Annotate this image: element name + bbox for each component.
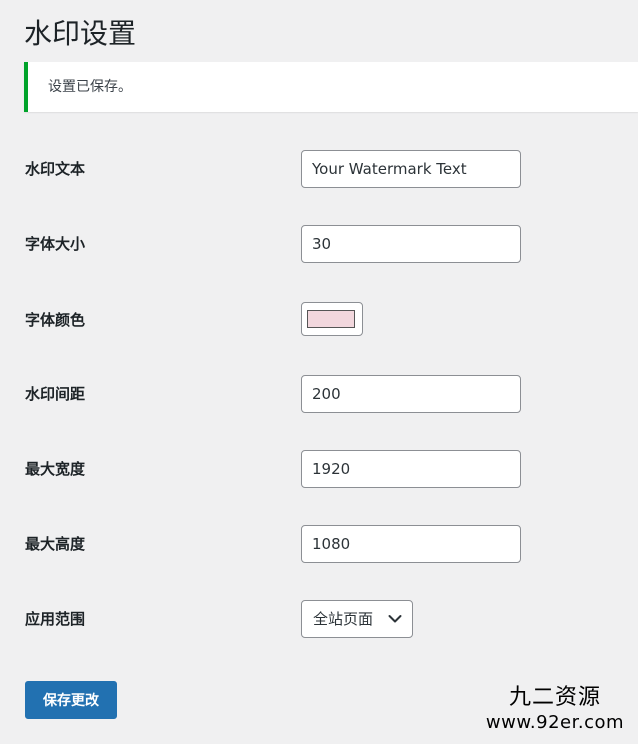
apply-scope-select[interactable]: 全站页面	[301, 600, 413, 638]
watermark-line1: 九二资源	[508, 685, 601, 710]
notice-text: 设置已保存。	[48, 79, 132, 95]
page-title: 水印设置	[24, 17, 137, 50]
font-size-input[interactable]	[301, 225, 521, 263]
label-font-size: 字体大小	[25, 235, 86, 253]
max-width-input[interactable]	[301, 450, 521, 488]
label-watermark-spacing: 水印间距	[25, 385, 86, 403]
site-watermark: 九二资源 www.92er.com	[480, 684, 630, 734]
font-color-picker[interactable]	[301, 302, 363, 336]
label-max-height: 最大高度	[25, 535, 86, 553]
color-swatch	[307, 310, 355, 328]
max-height-input[interactable]	[301, 525, 521, 563]
save-button[interactable]: 保存更改	[25, 681, 117, 719]
chevron-down-icon	[388, 615, 402, 623]
label-font-color: 字体颜色	[25, 311, 86, 329]
watermark-spacing-input[interactable]	[301, 375, 521, 413]
label-watermark-text: 水印文本	[25, 160, 86, 178]
label-max-width: 最大宽度	[25, 460, 86, 478]
watermark-text-input[interactable]	[301, 150, 521, 188]
success-notice: 设置已保存。	[24, 62, 638, 112]
label-apply-scope: 应用范围	[25, 610, 86, 628]
watermark-line2: www.92er.com	[485, 712, 625, 733]
select-value: 全站页面	[313, 610, 374, 628]
